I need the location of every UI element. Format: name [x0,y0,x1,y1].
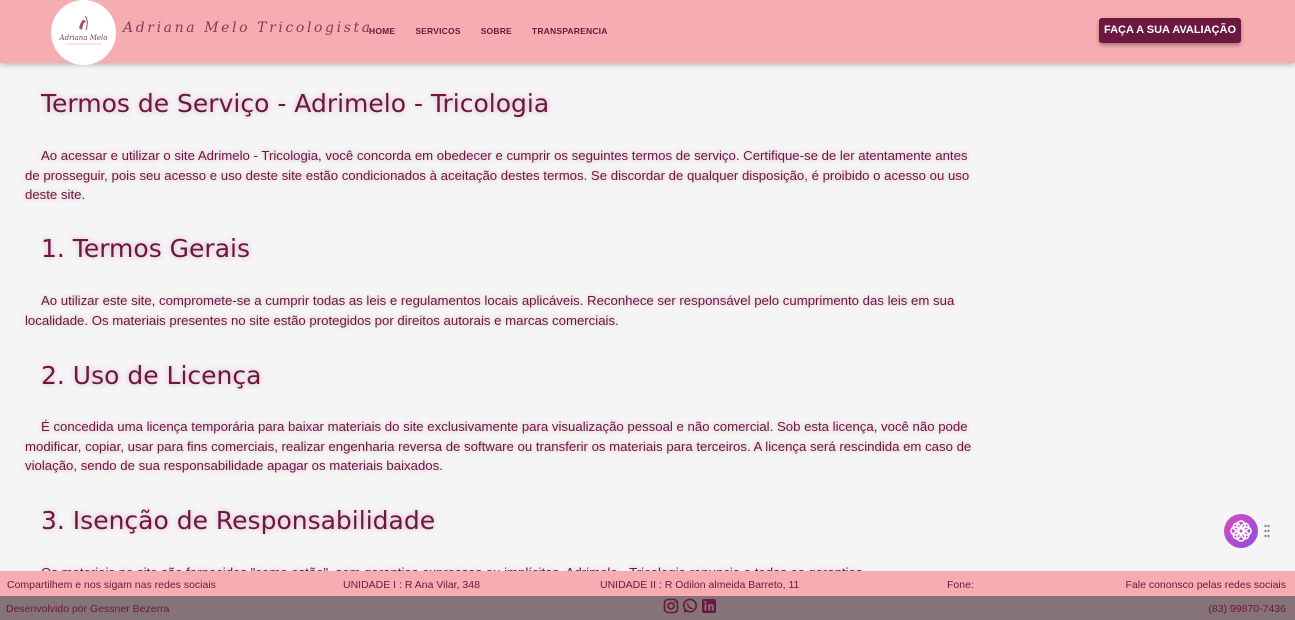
footer-social-text: Compartilhem e nos sigam nas redes socia… [7,579,216,591]
main-nav: HOME SERVICOS SOBRE TRANSPARENCIA [369,26,628,36]
section-heading-1: 1. Termos Gerais [41,234,250,263]
floating-menu-button[interactable] [1224,514,1258,548]
nav-sobre[interactable]: SOBRE [481,26,512,36]
nav-servicos[interactable]: SERVICOS [415,26,460,36]
footer-contact-text: Fale cononsco pelas redes sociais [1125,579,1286,591]
nav-transparencia[interactable]: TRANSPARENCIA [532,26,608,36]
instagram-icon[interactable] [663,598,679,614]
section-text-2: É concedida uma licença temporária para … [25,419,972,473]
section-text-1: Ao utilizar este site, compromete-se a c… [25,293,955,328]
footer-credits-bar: Desenvolvido por Gessner Bezerra (83) 99… [0,596,1295,620]
section-heading-2: 2. Uso de Licença [41,361,262,390]
footer-phone[interactable]: (83) 99870-7436 [1208,603,1286,615]
whatsapp-icon[interactable] [682,598,698,614]
drag-handle-icon[interactable] [1264,524,1270,538]
logo-text: Adriana Melo [59,34,108,42]
section-heading-3: 3. Isenção de Responsabilidade [41,506,436,535]
logo-mark: Adriana Melo [59,15,108,45]
evaluation-button[interactable]: FAÇA A SUA AVALIAÇÃO [1099,18,1241,43]
social-links [663,598,717,614]
flower-icon [1230,520,1252,542]
footer-unit-2: UNIDADE II : R Odilon almeida Barreto, 1… [600,579,800,591]
logo[interactable]: Adriana Melo [51,0,116,65]
linkedin-icon[interactable] [701,598,717,614]
nav-home[interactable]: HOME [369,26,395,36]
footer-phone-label: Fone: [947,579,974,591]
page-title: Termos de Serviço - Adrimelo - Tricologi… [41,89,550,118]
footer-unit-1: UNIDADE I : R Ana Vilar, 348 [343,579,480,591]
site-header: Adriana Melo Tricologista HOME SERVICOS … [0,0,1295,63]
footer-info-bar: Compartilhem e nos sigam nas redes socia… [0,571,1295,596]
brand-name[interactable]: Adriana Melo Tricologista [123,20,373,36]
developer-credit: Desenvolvido por Gessner Bezerra [6,603,170,615]
intro-paragraph: Ao acessar e utilizar o site Adrimelo - … [25,148,970,202]
